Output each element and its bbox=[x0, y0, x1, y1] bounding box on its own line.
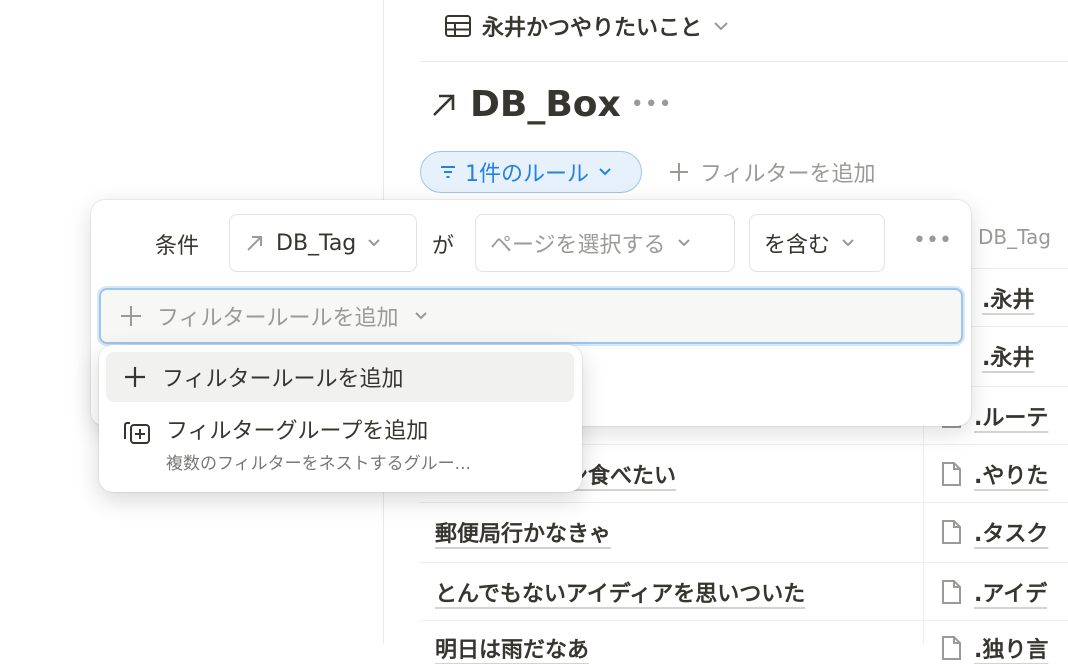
row-divider bbox=[420, 620, 1068, 621]
chevron-down-icon bbox=[712, 20, 730, 32]
table-row-name[interactable]: 郵便局行かなきゃ bbox=[435, 516, 611, 548]
tag-link[interactable]: .アイデ bbox=[974, 576, 1047, 608]
view-title: 永井かつやりたいこと bbox=[482, 16, 703, 41]
database-title-text: DB_Box bbox=[470, 84, 621, 125]
menu-item-label: フィルターグループを追加 bbox=[166, 419, 429, 444]
page-icon bbox=[940, 519, 962, 545]
condition-label: 条件 bbox=[155, 234, 200, 259]
header-divider bbox=[420, 61, 1068, 62]
rule-more-icon[interactable]: ••• bbox=[913, 228, 952, 253]
page-icon bbox=[940, 461, 962, 487]
tag-link[interactable]: .やりた bbox=[974, 458, 1048, 490]
row-divider bbox=[420, 502, 1068, 503]
filter-rule-count: 1件のルール bbox=[465, 162, 589, 187]
view-header[interactable]: 永井かつやりたいこと bbox=[444, 8, 730, 44]
chevron-down-icon bbox=[676, 237, 692, 249]
add-filter-label: フィルターを追加 bbox=[700, 162, 876, 187]
chevron-down-icon bbox=[597, 166, 613, 178]
menu-item-description: 複数のフィルターをネストするグルー... bbox=[166, 454, 471, 474]
tag-link[interactable]: .永井 bbox=[982, 282, 1034, 314]
plus-icon bbox=[122, 364, 148, 390]
value-select-placeholder: ページを選択する bbox=[490, 233, 666, 258]
row-divider bbox=[420, 562, 1068, 563]
table-row-name[interactable]: 明日は雨だなあ bbox=[435, 632, 589, 664]
chevron-down-icon bbox=[413, 310, 429, 322]
database-title: DB_Box ••• bbox=[428, 84, 673, 125]
operator-select[interactable]: を含む bbox=[749, 214, 885, 272]
chevron-down-icon bbox=[366, 237, 382, 249]
tag-link[interactable]: .独り言 bbox=[974, 632, 1048, 664]
tag-link[interactable]: .永井 bbox=[982, 340, 1034, 372]
menu-item-add-filter-rule[interactable]: フィルタールールを追加 bbox=[106, 352, 574, 402]
filter-icon bbox=[439, 164, 457, 180]
relation-arrow-icon bbox=[244, 232, 266, 254]
relation-arrow-icon bbox=[428, 89, 460, 121]
menu-item-text: フィルターグループを追加 複数のフィルターをネストするグルー... bbox=[166, 413, 471, 474]
value-select[interactable]: ページを選択する bbox=[475, 214, 735, 272]
tag-link[interactable]: .ルーテ bbox=[974, 400, 1048, 432]
operator-select-value: を含む bbox=[764, 233, 831, 258]
add-filter-rule-input[interactable]: フィルタールールを追加 bbox=[99, 288, 963, 344]
tag-column-header[interactable]: DB_Tag bbox=[978, 225, 1051, 249]
table-row-tag[interactable]: .やりた bbox=[940, 458, 1048, 490]
table-row-name[interactable]: とんでもないアイディアを思いついた bbox=[435, 576, 805, 608]
menu-item-add-filter-group[interactable]: フィルターグループを追加 複数のフィルターをネストするグルー... bbox=[106, 407, 574, 485]
tag-link[interactable]: .タスク bbox=[974, 516, 1048, 548]
property-select[interactable]: DB_Tag bbox=[229, 214, 417, 272]
table-row-name[interactable]: ン食べたい bbox=[566, 458, 676, 490]
add-filter-dropdown: フィルタールールを追加 フィルターグループを追加 複数のフィルターをネストするグ… bbox=[99, 345, 582, 492]
more-icon[interactable]: ••• bbox=[631, 92, 673, 117]
table-row-tag[interactable]: .独り言 bbox=[940, 632, 1048, 664]
filter-group-icon bbox=[122, 417, 152, 447]
chevron-down-icon bbox=[840, 237, 856, 249]
filter-rule-pill[interactable]: 1件のルール bbox=[420, 151, 642, 193]
add-filter-rule-label: フィルタールールを追加 bbox=[157, 306, 399, 331]
page-icon bbox=[940, 635, 962, 661]
plus-icon bbox=[119, 304, 143, 328]
particle-label: が bbox=[432, 234, 455, 259]
table-row-tag[interactable]: .アイデ bbox=[940, 576, 1047, 608]
table-icon bbox=[444, 14, 472, 38]
property-select-value: DB_Tag bbox=[276, 230, 357, 256]
plus-icon bbox=[668, 161, 690, 183]
menu-item-label: フィルタールールを追加 bbox=[162, 367, 404, 392]
table-row-tag[interactable]: .タスク bbox=[940, 516, 1048, 548]
page-icon bbox=[940, 579, 962, 605]
add-filter-button[interactable]: フィルターを追加 bbox=[668, 156, 876, 188]
